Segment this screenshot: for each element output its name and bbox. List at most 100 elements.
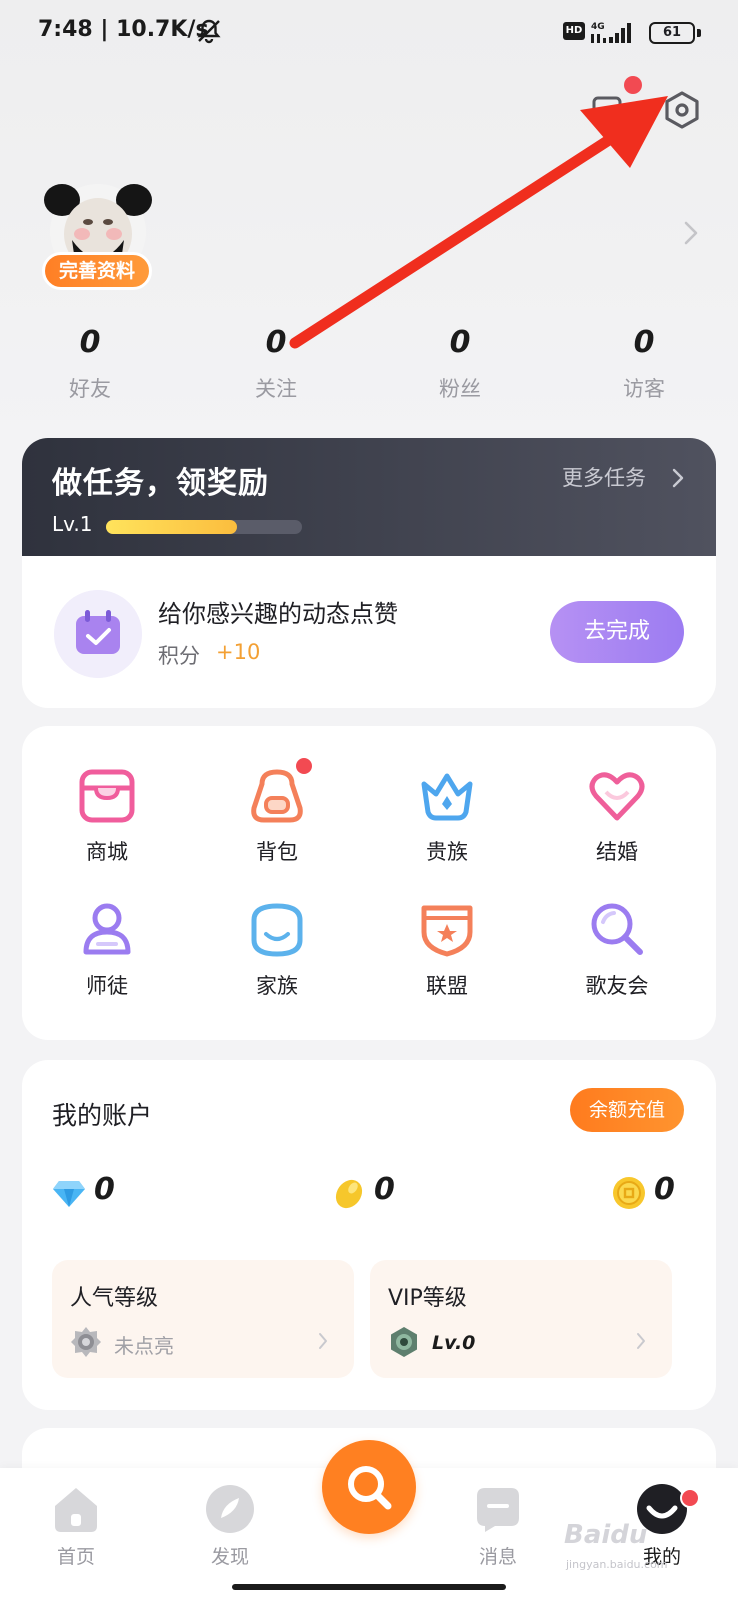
feature-label: 家族 [256, 974, 298, 998]
discover-icon [206, 1485, 254, 1533]
vip-level-card[interactable]: VIP等级 Lv.0 [370, 1260, 672, 1378]
scan-icon[interactable] [590, 92, 626, 128]
microphone-icon [591, 903, 643, 955]
profile-stats: 0 好友 0 关注 0 粉丝 0 访客 [0, 325, 738, 415]
bean-icon [335, 1179, 363, 1209]
notification-dot [296, 758, 312, 774]
calendar-check-icon [54, 590, 142, 678]
feature-store[interactable]: 商城 [42, 764, 172, 866]
stat-label: 好友 [69, 377, 111, 401]
feature-label: 贵族 [426, 840, 468, 864]
settings-icon[interactable] [662, 90, 702, 130]
account-title: 我的账户 [52, 1101, 153, 1130]
nav-label: 消息 [478, 1546, 517, 1568]
nav-home[interactable]: 首页 [26, 1482, 126, 1569]
level-progress-fill [106, 520, 238, 534]
notification-dot [680, 1488, 700, 1508]
task-item-title: 给你感兴趣的动态点赞 [158, 600, 398, 628]
nav-label: 首页 [56, 1546, 95, 1568]
watermark: Baidu [564, 1520, 648, 1550]
level-progress-bar [106, 520, 302, 534]
heart-icon [589, 772, 645, 821]
stat-label: 关注 [255, 377, 297, 401]
complete-profile-button[interactable]: 完善资料 [42, 252, 152, 290]
task-title: 做任务，领奖励 [52, 466, 269, 501]
feature-label: 背包 [256, 840, 298, 864]
stat-label: 访客 [623, 377, 665, 401]
feature-label: 歌友会 [585, 974, 649, 998]
feature-label: 师徒 [86, 974, 128, 998]
feature-label: 结婚 [596, 840, 638, 864]
popularity-level-title: 人气等级 [70, 1286, 159, 1311]
feature-mentor[interactable]: 师徒 [42, 898, 172, 1000]
feature-backpack[interactable]: 背包 [212, 758, 342, 866]
feature-marriage[interactable]: 结婚 [552, 764, 682, 866]
chevron-right-icon [319, 1333, 327, 1349]
feature-fan-meeting[interactable]: 歌友会 [552, 898, 682, 1000]
sing-icon [348, 1466, 392, 1510]
feature-family[interactable]: 家族 [212, 898, 342, 1000]
backpack-icon [251, 769, 303, 823]
feature-alliance[interactable]: 联盟 [382, 898, 512, 1000]
message-icon [477, 1488, 519, 1532]
balance-value: 0 [654, 1172, 675, 1207]
stat-visitors[interactable]: 0 访客 [584, 325, 704, 403]
go-complete-button[interactable]: 去完成 [550, 601, 684, 663]
popularity-level-card[interactable]: 人气等级 未点亮 [52, 1260, 354, 1378]
battery-tip [697, 29, 701, 37]
status-bar: 7:48 | 10.7K/s HD 4G 61 [0, 0, 738, 66]
recharge-button[interactable]: 余额充值 [570, 1088, 684, 1132]
status-time-speed: 7:48 | 10.7K/s [38, 17, 209, 42]
notification-dot [624, 76, 642, 94]
chevron-right-icon[interactable] [672, 468, 684, 488]
stat-value: 0 [265, 325, 287, 360]
stat-friends[interactable]: 0 好友 [30, 325, 150, 403]
store-icon [79, 769, 135, 823]
vip-badge-icon [391, 1327, 417, 1357]
profile-page: 7:48 | 10.7K/s HD 4G 61 完善资料 0 好友 0 关注 0… [0, 0, 738, 1600]
battery-indicator: 61 [649, 22, 695, 44]
account-card: 我的账户 余额充值 0 0 0 人气等级 未点亮 VIP等级 Lv.0 [22, 1060, 716, 1410]
alliance-icon [421, 905, 473, 957]
stat-value: 0 [449, 325, 471, 360]
chevron-right-icon[interactable] [683, 220, 699, 246]
coin-icon [613, 1177, 645, 1209]
diamond-icon [53, 1181, 85, 1207]
badge-gray-icon [71, 1327, 101, 1357]
network-label: 4G [591, 22, 605, 32]
popularity-level-value: 未点亮 [114, 1334, 174, 1358]
crown-icon [421, 773, 473, 821]
features-grid: 商城 背包 贵族 结婚 师徒 家族 联盟 歌友会 [22, 726, 716, 1040]
stat-following[interactable]: 0 关注 [216, 325, 336, 403]
more-tasks-link[interactable]: 更多任务 [562, 462, 646, 492]
stat-label: 粉丝 [439, 377, 481, 401]
task-card: 做任务，领奖励 更多任务 Lv.1 给你感兴趣的动态点赞 积分 +10 去完成 [22, 438, 716, 708]
task-header: 做任务，领奖励 更多任务 Lv.1 [22, 438, 716, 556]
mute-bell-icon [197, 19, 221, 44]
signal-icon: 4G [591, 22, 631, 43]
family-icon [251, 903, 303, 957]
mentor-icon [83, 903, 131, 955]
vip-level-value: Lv.0 [432, 1332, 476, 1354]
chevron-right-icon [637, 1333, 645, 1349]
nav-label: 发现 [210, 1546, 249, 1568]
home-icon [55, 1488, 97, 1532]
stat-value: 0 [633, 325, 655, 360]
nav-discover[interactable]: 发现 [180, 1482, 280, 1569]
nav-sing-button[interactable] [322, 1440, 416, 1534]
task-level: Lv.1 [52, 512, 93, 536]
feature-nobility[interactable]: 贵族 [382, 764, 512, 866]
stat-fans[interactable]: 0 粉丝 [400, 325, 520, 403]
feature-label: 联盟 [426, 974, 468, 998]
nav-messages[interactable]: 消息 [448, 1482, 548, 1569]
watermark-url: jingyan.baidu.com [566, 1558, 668, 1571]
balance-value: 0 [374, 1172, 395, 1207]
vip-level-title: VIP等级 [388, 1286, 467, 1311]
stat-value: 0 [79, 325, 101, 360]
hd-badge: HD [563, 22, 585, 40]
feature-label: 商城 [86, 840, 128, 864]
home-indicator [232, 1584, 506, 1590]
balance-value: 0 [94, 1172, 115, 1207]
status-indicators: HD 4G 61 [563, 20, 703, 46]
task-points-value: +10 [216, 640, 261, 664]
